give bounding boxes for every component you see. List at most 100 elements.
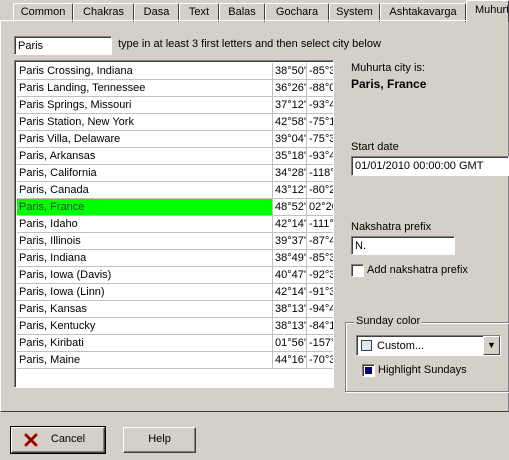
city-latitude: 35°18' [273,148,307,165]
city-latitude: 42°14' [273,216,307,233]
city-row[interactable]: Paris, Iowa (Davis)40°47'-92°36' [17,267,333,284]
city-row[interactable]: Paris, Kiribati01°56'-157°29 [17,335,333,352]
city-longitude: -85°39' [307,63,333,80]
city-latitude: 36°26' [273,80,307,97]
city-name: Paris, Canada [17,182,273,199]
city-row[interactable]: Paris, Kentucky38°13'-84°15' [17,318,333,335]
nakshatra-prefix-label: Nakshatra prefix [351,221,432,233]
city-row[interactable]: Paris, Maine44°16'-70°30' [17,352,333,369]
city-name: Paris Landing, Tennessee [17,80,273,97]
city-longitude: -80°23' [307,182,333,199]
city-longitude: -93°41' [307,97,333,114]
city-longitude: -75°19' [307,114,333,131]
tab-label: Text [188,6,210,18]
city-latitude: 39°04' [273,131,307,148]
city-name: Paris, Illinois [17,233,273,250]
city-search-hint: type in at least 3 first letters and the… [118,38,381,50]
city-row[interactable]: Paris Station, New York42°58'-75°19' [17,114,333,131]
start-date-field[interactable]: 01/01/2010 00:00:00 GMT [351,156,509,176]
city-longitude: 02°20' [307,199,333,216]
tab-label: Muhurta [475,4,509,16]
city-name: Paris, Arkansas [17,148,273,165]
sunday-color-value: Custom... [377,340,425,352]
help-label: Help [148,433,171,445]
city-name: Paris Station, New York [17,114,273,131]
city-name: Paris, Kiribati [17,335,273,352]
close-icon [24,433,38,447]
city-latitude: 40°47' [273,267,307,284]
city-latitude: 48°52' [273,199,307,216]
city-longitude: -111°24 [307,216,333,233]
city-latitude: 37°12' [273,97,307,114]
city-latitude: 38°49' [273,250,307,267]
city-latitude: 38°13' [273,318,307,335]
city-latitude: 01°56' [273,335,307,352]
city-longitude: -94°49' [307,301,333,318]
city-longitude: -87°42' [307,233,333,250]
city-row[interactable]: Paris, Illinois39°37'-87°42' [17,233,333,250]
help-button[interactable]: Help [123,427,196,453]
city-row[interactable]: Paris, Canada43°12'-80°23' [17,182,333,199]
city-row[interactable]: Paris Springs, Missouri37°12'-93°41' [17,97,333,114]
city-row[interactable]: Paris, Idaho42°14'-111°24 [17,216,333,233]
tab-label: System [336,6,373,18]
tab-label: Chakras [83,6,124,18]
chevron-down-icon[interactable]: ▼ [483,336,500,355]
city-longitude: -84°15' [307,318,333,335]
city-row[interactable]: Paris Landing, Tennessee36°26'-88°05' [17,80,333,97]
city-name: Paris, Kentucky [17,318,273,335]
city-row[interactable]: Paris Crossing, Indiana38°50'-85°39' [17,63,333,80]
city-list[interactable]: Paris Crossing, Indiana38°50'-85°39'Pari… [14,60,334,388]
muhurta-city-value: Paris, France [351,77,427,91]
city-latitude: 44°16' [273,352,307,369]
checkbox-check-mark [365,367,372,374]
city-row[interactable]: Paris, Iowa (Linn)42°14'-91°35' [17,284,333,301]
tab-label: Dasa [143,6,170,18]
highlight-sundays-checkbox[interactable] [362,364,375,377]
city-longitude: -118°11 [307,165,333,182]
highlight-sundays-label: Highlight Sundays [378,364,467,376]
color-swatch [361,340,372,351]
city-name: Paris Villa, Delaware [17,131,273,148]
city-name: Paris, Iowa (Linn) [17,284,273,301]
city-longitude: -92°36' [307,267,333,284]
sunday-color-legend: Sunday color [354,315,423,327]
city-row[interactable]: Paris, France48°52'02°20' [17,199,333,216]
city-longitude: -75°32' [307,131,333,148]
city-name: Paris, Indiana [17,250,273,267]
city-name: Paris, Idaho [17,216,273,233]
city-name: Paris, Maine [17,352,273,369]
city-name: Paris, Kansas [17,301,273,318]
start-date-label: Start date [351,141,399,153]
city-latitude: 38°50' [273,63,307,80]
sunday-color-group: Sunday color [345,315,509,392]
city-name: Paris Crossing, Indiana [17,63,273,80]
city-name: Paris, Iowa (Davis) [17,267,273,284]
city-latitude: 43°12' [273,182,307,199]
tab-label: Gochara [275,6,319,18]
city-row[interactable]: Paris, Indiana38°49'-85°38' [17,250,333,267]
tab-strip: Common Chakras Dasa Text Balas Gochara S… [0,0,509,22]
city-row[interactable]: Paris, Kansas38°13'-94°49' [17,301,333,318]
cancel-label: Cancel [50,433,86,445]
city-row[interactable]: Paris, California34°28'-118°11 [17,165,333,182]
city-longitude: -91°35' [307,284,333,301]
nakshatra-prefix-field[interactable]: N. [351,236,455,255]
city-longitude: -85°38' [307,250,333,267]
city-latitude: 42°58' [273,114,307,131]
sunday-color-select[interactable]: Custom... ▼ [356,335,501,356]
add-nakshatra-prefix-checkbox[interactable] [351,264,364,277]
city-search-input[interactable]: Paris [14,36,112,55]
city-longitude: -70°30' [307,352,333,369]
muhurta-city-label: Muhurta city is: [351,62,425,74]
city-row[interactable]: Paris Villa, Delaware39°04'-75°32' [17,131,333,148]
city-name: Paris, France [17,199,273,216]
tab-label: Common [20,6,66,18]
tab-muhurta[interactable]: Muhurta [466,0,509,22]
sunday-color-field[interactable]: Custom... [356,335,501,356]
city-name: Paris Springs, Missouri [17,97,273,114]
city-row[interactable]: Paris, Arkansas35°18'-93°44' [17,148,333,165]
cancel-button[interactable]: Cancel [10,426,106,454]
city-longitude: -88°05' [307,80,333,97]
city-name: Paris, California [17,165,273,182]
